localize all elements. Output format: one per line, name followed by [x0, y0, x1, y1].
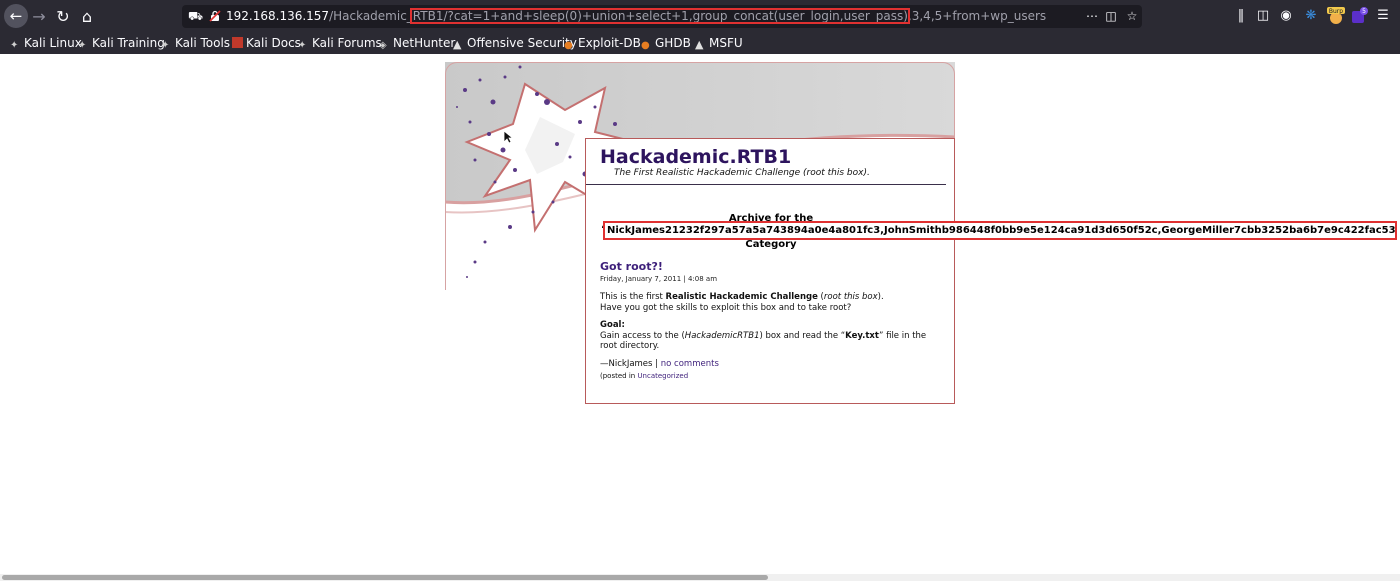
burp-proxy-icon[interactable]: Burp — [1326, 5, 1346, 25]
post-author-line: —NickJames | no comments — [600, 359, 719, 369]
scrollbar-thumb[interactable] — [2, 575, 768, 580]
bookmark-nethunter[interactable]: ◈ NetHunter — [379, 33, 455, 53]
blog-title[interactable]: Hackademic.RTB1 — [600, 146, 791, 168]
kali-dragon-icon: ✦ — [78, 40, 87, 51]
blog-tagline: The First Realistic Hackademic Challenge… — [614, 168, 870, 178]
category-link[interactable]: Uncategorized — [637, 372, 688, 380]
bookmark-label: MSFU — [709, 36, 743, 50]
post-body-text: Have you got the skills to exploit this … — [600, 303, 852, 313]
bookmark-label: Exploit-DB — [578, 36, 641, 50]
kali-dragon-icon: ✦ — [10, 40, 19, 51]
bookmark-label: Offensive Security — [467, 36, 577, 50]
tracking-shield-icon[interactable]: ⛟ — [188, 8, 203, 24]
bookmark-offensive-security[interactable]: ▲ Offensive Security — [453, 33, 577, 53]
separator: | — [652, 359, 661, 369]
post-body-bold: Realistic Hackademic Challenge — [665, 292, 818, 302]
bookmark-kali-docs[interactable]: Kali Docs — [232, 33, 301, 53]
post-body-italic: root this box — [823, 292, 878, 302]
nethunter-icon: ◈ — [379, 40, 387, 51]
bookmarks-toolbar: ✦ Kali Linux ✦ Kali Training ✦ Kali Tools K… — [0, 33, 1400, 53]
page-actions-icon[interactable]: ⋯ — [1084, 8, 1100, 24]
bookmark-label: GHDB — [655, 36, 691, 50]
browser-chrome: ← → ↻ ⌂ ⛟ 192.168.136.157/Hackademic_RTB… — [0, 0, 1400, 54]
account-icon[interactable]: ◉ — [1277, 7, 1295, 25]
web-page: Hackademic.RTB1 The First Realistic Hack… — [0, 54, 1400, 574]
msfu-icon: ▲ — [695, 38, 704, 51]
back-button[interactable]: ← — [4, 4, 28, 28]
bookmark-kali-linux[interactable]: ✦ Kali Linux — [10, 33, 82, 53]
kali-dragon-icon: ✦ — [161, 40, 170, 51]
post-category-line: (posted in Uncategorized — [600, 372, 688, 380]
injected-credentials-highlight: NickJames21232f297a57a5a743894a0e4a801fc… — [603, 221, 1397, 240]
bookmark-label: Kali Training — [92, 36, 165, 50]
post-goal-label: Goal: — [600, 320, 625, 330]
post-title-link[interactable]: Got root?! — [600, 260, 663, 273]
reload-icon: ↻ — [56, 7, 70, 26]
post-body-text: ). — [877, 292, 884, 302]
content-box: Hackademic.RTB1 The First Realistic Hack… — [585, 138, 955, 404]
sidebar-icon[interactable]: ◫ — [1254, 7, 1272, 25]
reload-button[interactable]: ↻ — [52, 6, 74, 28]
home-icon: ⌂ — [81, 7, 93, 26]
bookmark-label: NetHunter — [393, 36, 456, 50]
hamburger-menu-icon[interactable]: ☰ — [1374, 7, 1392, 25]
post-body-text: This is the first — [600, 292, 666, 302]
pocket-icon[interactable]: ◫ — [1103, 8, 1119, 24]
extension-icon[interactable]: 5 — [1350, 7, 1368, 25]
forward-button[interactable]: → — [28, 6, 50, 28]
bookmark-exploit-db[interactable]: ● Exploit-DB — [564, 33, 641, 53]
bookmark-kali-training[interactable]: ✦ Kali Training — [78, 33, 165, 53]
home-button[interactable]: ⌂ — [76, 6, 98, 28]
bookmark-label: Kali Linux — [24, 36, 82, 50]
bookmark-msfu[interactable]: ▲ MSFU — [695, 33, 743, 53]
extension-puzzle-icon: 5 — [1352, 7, 1368, 23]
burp-badge-text: Burp — [1329, 8, 1343, 15]
library-icon[interactable]: ‖ — [1232, 7, 1250, 25]
archive-category-label: Category — [745, 239, 797, 250]
posted-in-text: (posted in — [600, 372, 638, 380]
kali-dragon-icon: ✦ — [298, 40, 307, 51]
burp-face-icon: Burp — [1327, 7, 1345, 24]
extension-gear-icon[interactable]: ❋ — [1302, 7, 1320, 25]
goal-bold: Key.txt — [845, 331, 879, 341]
bookmark-star-icon[interactable]: ☆ — [1124, 8, 1140, 24]
offsec-icon: ▲ — [453, 38, 462, 51]
forward-arrow-icon: → — [32, 7, 46, 26]
bookmark-label: Kali Docs — [246, 36, 301, 50]
injected-credentials-text: NickJames21232f297a57a5a743894a0e4a801fc… — [607, 225, 1396, 236]
mouse-cursor-icon — [503, 130, 513, 144]
back-arrow-icon: ← — [9, 7, 23, 25]
bookmark-label: Kali Forums — [312, 36, 382, 50]
bookmark-label: Kali Tools — [175, 36, 231, 50]
goal-text: ) box and read the “ — [759, 331, 846, 341]
bookmark-ghdb[interactable]: ● GHDB — [641, 33, 691, 53]
post-date: Friday, January 7, 2011 | 4:08 am — [600, 275, 718, 283]
insecure-lock-icon[interactable] — [209, 10, 221, 22]
post-body: This is the first Realistic Hackademic C… — [600, 292, 940, 314]
goal-italic: HackademicRTB1 — [684, 331, 760, 341]
bookmark-kali-tools[interactable]: ✦ Kali Tools — [161, 33, 230, 53]
comments-link[interactable]: no comments — [661, 359, 719, 369]
url-query-highlight — [410, 8, 910, 24]
ghdb-icon: ● — [641, 40, 650, 51]
bookmark-kali-forums[interactable]: ✦ Kali Forums — [298, 33, 382, 53]
title-divider — [586, 184, 946, 185]
post-goal-text: Gain access to the (HackademicRTB1) box … — [600, 331, 940, 351]
exploitdb-icon: ● — [564, 40, 573, 51]
kali-docs-icon — [232, 37, 243, 48]
post-author: —NickJames — [600, 359, 653, 369]
extension-badge-text: 5 — [1362, 8, 1366, 15]
address-bar[interactable]: ⛟ 192.168.136.157/Hackademic_RTB1/?cat=1… — [182, 5, 1142, 28]
url-host: 192.168.136.157 — [226, 9, 330, 23]
goal-text: Gain access to the ( — [600, 331, 685, 341]
horizontal-scrollbar[interactable] — [0, 574, 1400, 581]
